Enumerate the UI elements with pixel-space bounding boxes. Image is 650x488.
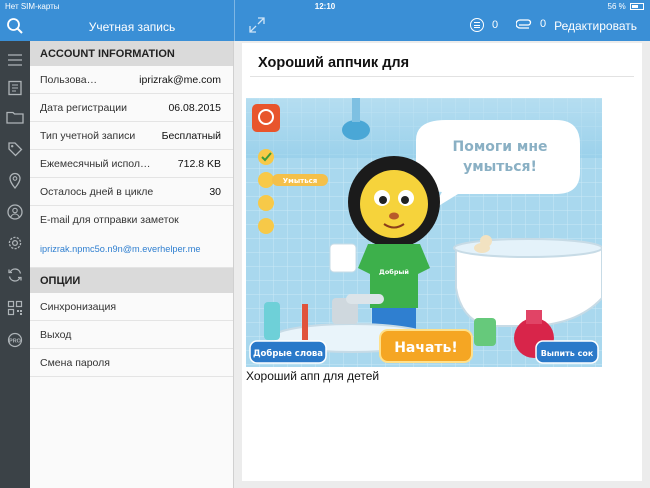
tag-icon xyxy=(8,142,23,157)
header-divider xyxy=(234,0,235,41)
battery-indicator: 56 % xyxy=(608,2,644,11)
account-info-header: ACCOUNT INFORMATION xyxy=(30,41,233,66)
notebook-icon xyxy=(8,80,22,96)
clock: 12:10 xyxy=(314,2,336,11)
gear-icon xyxy=(8,236,22,250)
svg-text:PRO: PRO xyxy=(9,339,22,345)
account-row-monthly-usage: Ежемесячный испол… 712.8 KB xyxy=(30,150,233,178)
search-icon xyxy=(7,18,23,34)
sync-icon xyxy=(8,268,22,282)
email-notes-link[interactable]: iprizrak.npmc5o.n9n@m.everhelper.me xyxy=(40,244,200,254)
account-row-email-notes: E-mail для отправки заметок iprizrak.npm… xyxy=(30,206,233,268)
bubble-text-1: Помоги мне xyxy=(452,139,547,155)
options-header: ОПЦИИ xyxy=(30,268,233,293)
menu-icon xyxy=(8,54,22,66)
sidebar-rail: PRO xyxy=(0,41,30,488)
qr-code-icon xyxy=(7,300,23,316)
notes-count-value: 0 xyxy=(492,19,499,31)
places-button[interactable] xyxy=(6,171,24,189)
note-title-divider xyxy=(250,76,634,77)
row-value: 712.8 KB xyxy=(177,158,221,170)
note-view: Хороший аппчик для Помоги мне умыться! Д… xyxy=(242,43,642,481)
location-pin-icon xyxy=(9,172,21,189)
option-change-password[interactable]: Смена пароля xyxy=(30,349,233,377)
account-button[interactable] xyxy=(6,203,24,221)
account-row-account-type: Тип учетной записи Бесплатный xyxy=(30,122,233,150)
tags-button[interactable] xyxy=(6,140,24,158)
top-bar: Нет SIM-карты 12:10 56 % Учетная запись … xyxy=(0,0,650,41)
account-row-user: Пользова… iprizrak@me.com xyxy=(30,66,233,94)
row-label: E-mail для отправки заметок xyxy=(40,214,179,226)
option-logout[interactable]: Выход xyxy=(30,321,233,349)
paperclip-icon xyxy=(516,19,532,29)
row-label: Тип учетной записи xyxy=(40,130,136,142)
edit-button[interactable]: Редактировать xyxy=(554,19,637,33)
notes-button[interactable] xyxy=(6,79,24,97)
notes-list-icon xyxy=(470,18,484,32)
search-button[interactable] xyxy=(6,17,24,35)
row-value: 06.08.2015 xyxy=(168,102,221,114)
tag-wash: Умыться xyxy=(283,177,318,185)
account-header-title: Учетная запись xyxy=(88,20,176,34)
row-value: 30 xyxy=(209,186,221,198)
notes-counter[interactable]: 0 xyxy=(470,18,498,32)
shirt-text: Добрый xyxy=(379,268,409,276)
note-body-text[interactable]: Хороший апп для детей xyxy=(246,369,379,383)
folder-icon xyxy=(6,111,24,124)
row-value: iprizrak@me.com xyxy=(139,74,221,86)
expand-button[interactable] xyxy=(248,16,266,34)
battery-percent: 56 % xyxy=(607,2,626,11)
account-row-registration-date: Дата регистрации 06.08.2015 xyxy=(30,94,233,122)
note-title[interactable]: Хороший аппчик для xyxy=(258,55,409,71)
pro-button[interactable]: PRO xyxy=(6,331,24,349)
row-value: Бесплатный xyxy=(161,130,221,142)
battery-icon xyxy=(630,3,644,10)
expand-icon xyxy=(249,17,265,33)
folders-button[interactable] xyxy=(6,108,24,126)
account-panel: ACCOUNT INFORMATION Пользова… iprizrak@m… xyxy=(30,41,234,488)
bubble-text-2: умыться! xyxy=(463,159,537,175)
row-label: Ежемесячный испол… xyxy=(40,158,151,170)
pro-badge-icon: PRO xyxy=(7,332,23,348)
option-sync[interactable]: Синхронизация xyxy=(30,293,233,321)
app-screenshot-image: Помоги мне умыться! Добрый Умыться Добры… xyxy=(246,98,602,367)
qr-code-button[interactable] xyxy=(6,299,24,317)
status-bar: Нет SIM-карты 12:10 56 % xyxy=(0,0,650,14)
btn-kind-words: Добрые слова xyxy=(253,348,323,359)
attachments-counter[interactable]: 0 xyxy=(516,18,546,30)
row-label: Пользова… xyxy=(40,74,98,86)
btn-drink-juice: Выпить сок xyxy=(541,349,594,358)
menu-button[interactable] xyxy=(6,51,24,69)
row-label: Осталось дней в цикле xyxy=(40,186,154,198)
row-label: Дата регистрации xyxy=(40,102,128,114)
user-icon xyxy=(7,204,23,220)
settings-button[interactable] xyxy=(6,234,24,252)
attachments-count-value: 0 xyxy=(540,18,547,30)
account-row-days-left: Осталось дней в цикле 30 xyxy=(30,178,233,206)
sync-button[interactable] xyxy=(6,266,24,284)
btn-start: Начать! xyxy=(394,340,458,356)
